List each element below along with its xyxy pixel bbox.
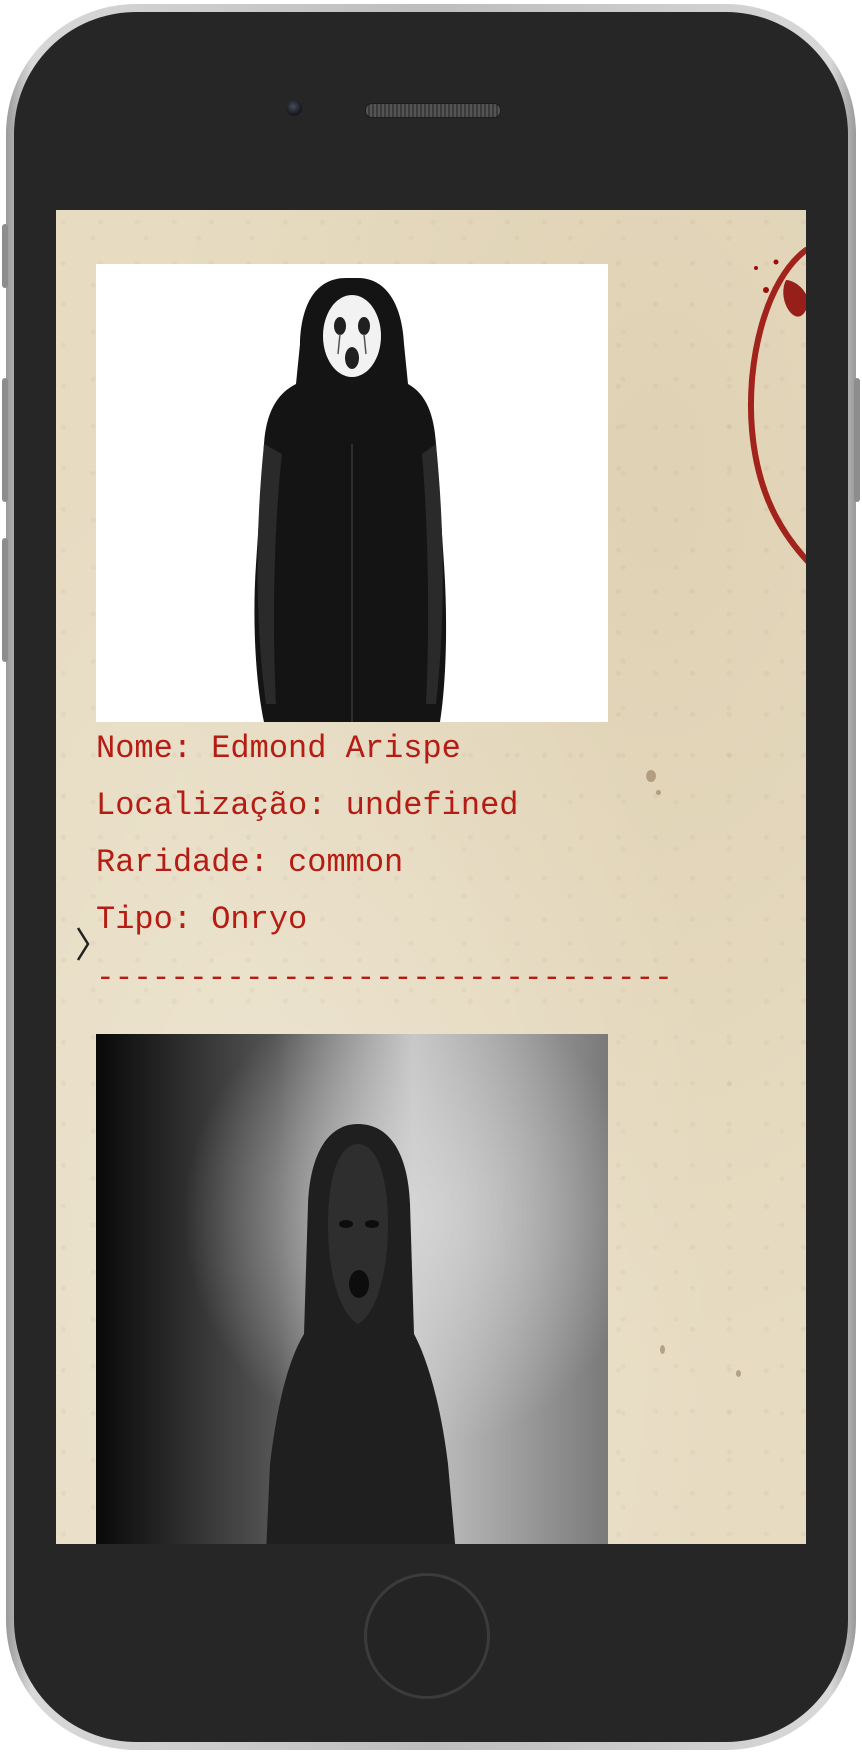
home-button[interactable] — [364, 1573, 490, 1699]
dark-hooded-ghost-image — [96, 1034, 608, 1544]
earpiece-speaker — [365, 103, 501, 118]
blood-stain-decoration — [747, 247, 806, 564]
app-screen[interactable]: ------------------------------- Nome: Ed… — [56, 210, 806, 1544]
power-button — [854, 378, 860, 502]
white-masked-ghost-figure-image — [96, 264, 608, 722]
ghost-image[interactable] — [96, 264, 608, 722]
section-divider: ------------------------------- — [96, 210, 673, 226]
ghost-type: Tipo: Onryo — [96, 901, 308, 938]
section-divider: ------------------------------- — [96, 961, 673, 996]
ghost-image[interactable] — [96, 1034, 608, 1544]
paper-speck — [660, 1345, 665, 1354]
volume-up-button — [2, 378, 8, 502]
ghost-name: Nome: Edmond Arispe — [96, 730, 461, 767]
paper-speck — [736, 1370, 741, 1377]
mute-switch — [2, 224, 8, 288]
front-camera-icon — [286, 100, 302, 116]
volume-down-button — [2, 538, 8, 662]
ghost-location: Localização: undefined — [96, 787, 519, 824]
ghost-rarity: Raridade: common — [96, 844, 404, 881]
paper-speck — [656, 790, 661, 795]
paper-speck — [646, 770, 656, 782]
pointer-cursor-icon — [76, 927, 90, 961]
